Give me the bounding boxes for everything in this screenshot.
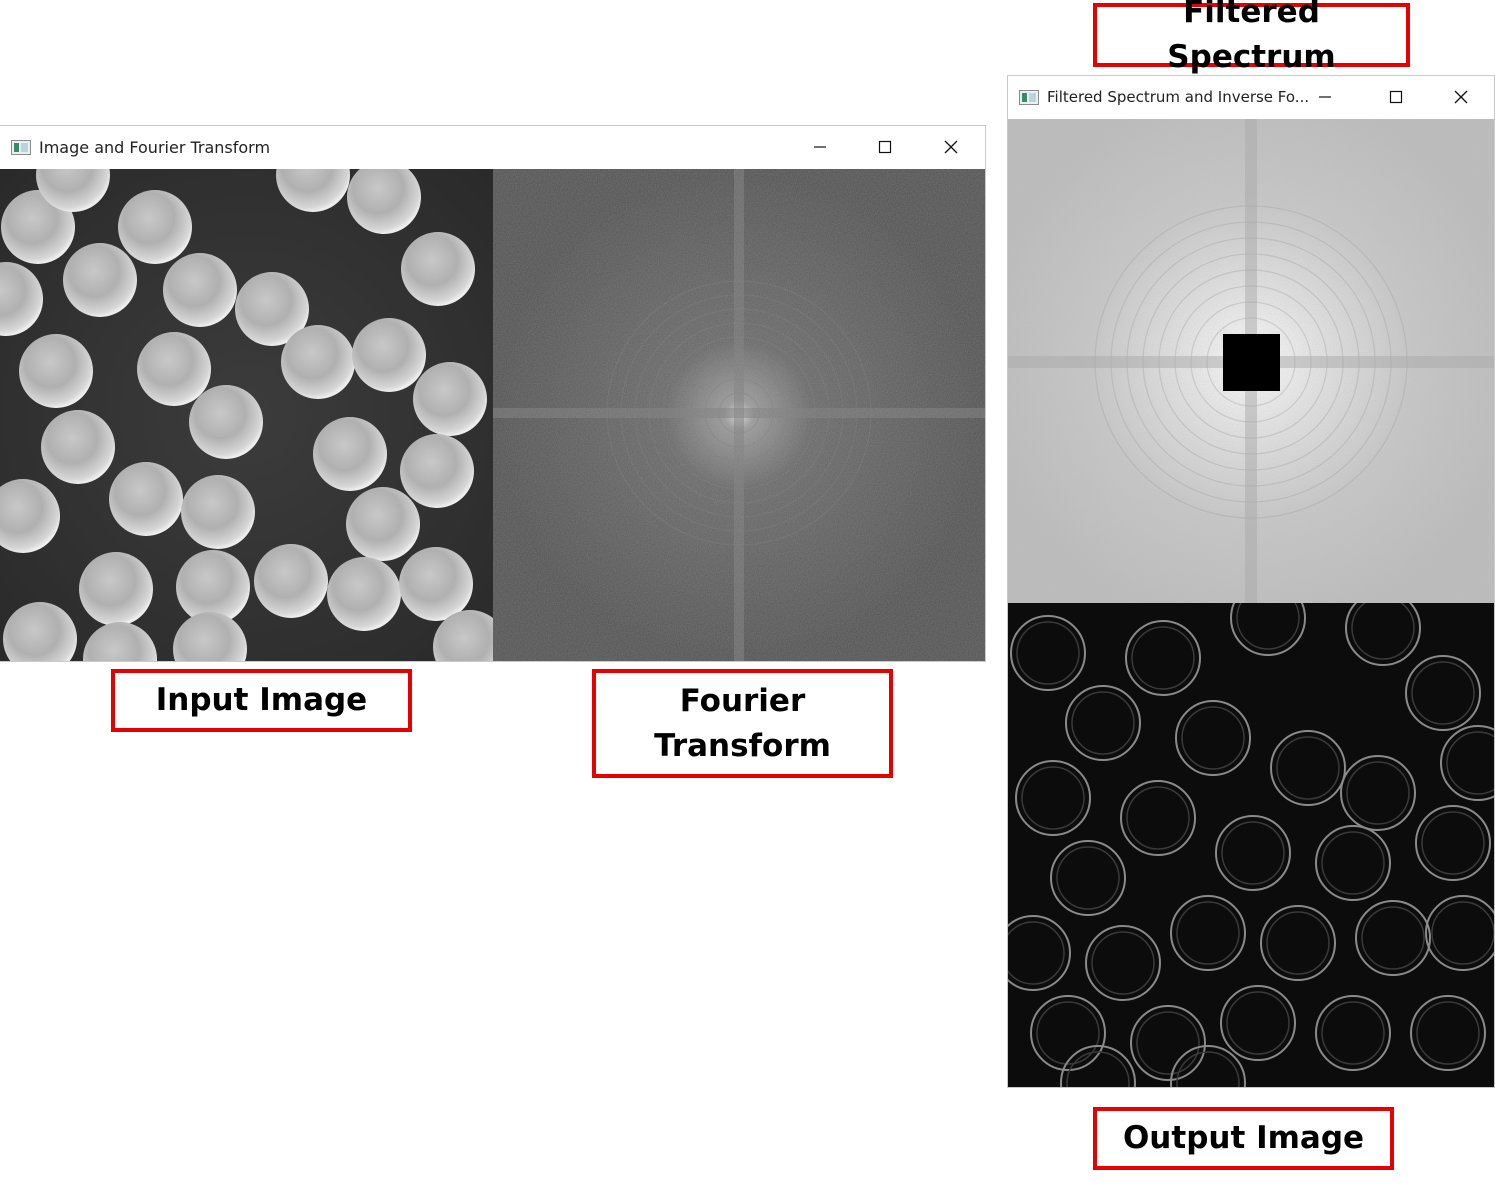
- sphere: [346, 487, 420, 561]
- close-button[interactable]: [928, 126, 974, 168]
- image-fourier-window: Image and Fourier Transform: [0, 126, 985, 661]
- sphere: [163, 253, 237, 327]
- fourier-transform-pane: [493, 169, 985, 661]
- minimize-button[interactable]: [797, 126, 843, 168]
- sphere: [413, 362, 487, 436]
- sphere: [189, 385, 263, 459]
- filtered-spectrum-window: Filtered Spectrum and Inverse Fo...: [1008, 76, 1494, 1087]
- fourier-transform-label: Fourier Transform: [592, 669, 893, 778]
- maximize-icon: [878, 140, 892, 154]
- output-image-label: Output Image: [1093, 1107, 1394, 1170]
- sphere: [63, 243, 137, 317]
- sphere: [254, 544, 328, 618]
- title-bar[interactable]: Filtered Spectrum and Inverse Fo...: [1008, 76, 1494, 118]
- window-title: Filtered Spectrum and Inverse Fo...: [1047, 88, 1310, 106]
- filter-mask: [1223, 334, 1280, 391]
- title-bar[interactable]: Image and Fourier Transform: [0, 126, 985, 168]
- close-icon: [1454, 90, 1468, 104]
- input-image-pane: [0, 169, 493, 661]
- app-icon: [11, 139, 31, 155]
- sphere: [399, 547, 473, 621]
- input-image-label: Input Image: [111, 669, 412, 732]
- app-icon: [1019, 89, 1039, 105]
- maximize-button[interactable]: [1373, 76, 1419, 118]
- output-image-pane: [1008, 603, 1494, 1087]
- minimize-icon: [1319, 96, 1331, 98]
- sphere: [41, 410, 115, 484]
- sphere: [281, 325, 355, 399]
- window-title: Image and Fourier Transform: [39, 137, 271, 157]
- fourier-spectrum: [493, 169, 985, 661]
- filtered-spectrum: [1008, 119, 1494, 603]
- sphere: [109, 462, 183, 536]
- output-image: [1008, 603, 1494, 1087]
- minimize-icon: [814, 146, 826, 148]
- maximize-icon: [1389, 90, 1403, 104]
- close-button[interactable]: [1438, 76, 1484, 118]
- filtered-spectrum-pane: [1008, 119, 1494, 603]
- sphere: [181, 475, 255, 549]
- input-image: [0, 169, 493, 661]
- filtered-spectrum-label: Filtered Spectrum: [1093, 0, 1410, 75]
- sphere: [79, 552, 153, 626]
- sphere: [313, 417, 387, 491]
- maximize-button[interactable]: [862, 126, 908, 168]
- sphere: [400, 434, 474, 508]
- sphere: [401, 232, 475, 306]
- close-icon: [944, 140, 958, 154]
- sphere: [118, 190, 192, 264]
- minimize-button[interactable]: [1302, 76, 1348, 118]
- sphere: [137, 332, 211, 406]
- sphere: [19, 334, 93, 408]
- sphere: [352, 318, 426, 392]
- sphere: [327, 557, 401, 631]
